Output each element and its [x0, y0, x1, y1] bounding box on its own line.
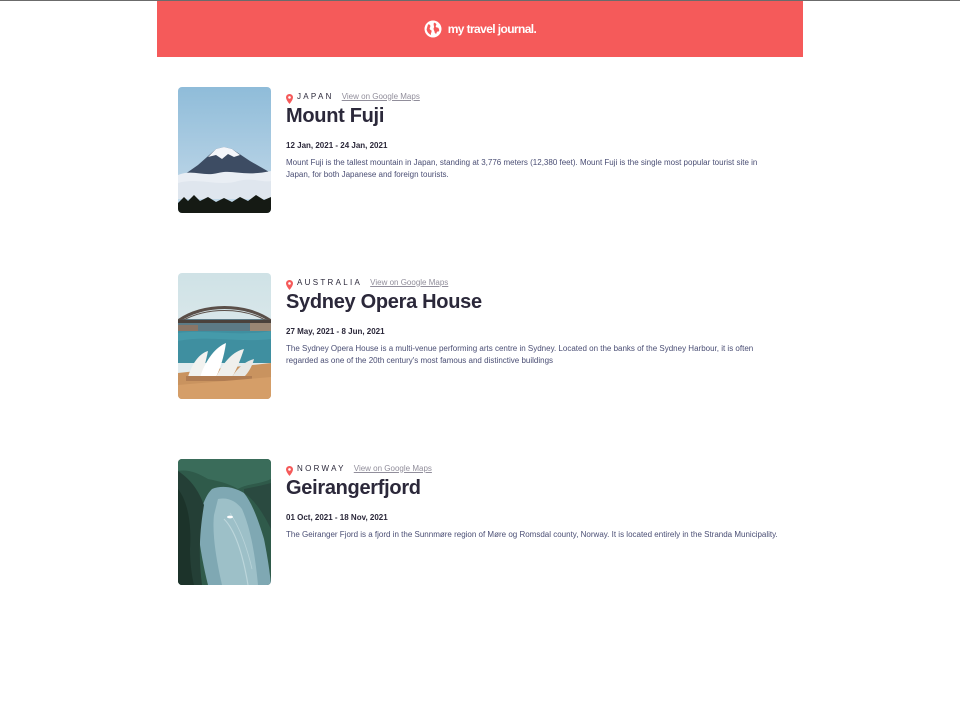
- entry-description: Mount Fuji is the tallest mountain in Ja…: [286, 158, 758, 179]
- travel-journal-page: my travel journal. JAPAN View on Google …: [0, 0, 960, 720]
- entry-info: JAPAN View on Google Maps Mount Fuji 12 …: [286, 90, 778, 181]
- entry-meta: NORWAY View on Google Maps: [286, 462, 778, 476]
- entry-title: Geirangerfjord: [286, 477, 421, 499]
- entry-meta: AUSTRALIA View on Google Maps: [286, 276, 778, 290]
- location-pin-icon: [286, 463, 293, 476]
- journal-entry: JAPAN View on Google Maps Mount Fuji 12 …: [178, 87, 778, 213]
- entry-country: AUSTRALIA: [297, 277, 363, 287]
- google-maps-link[interactable]: View on Google Maps: [354, 464, 432, 473]
- entry-meta: JAPAN View on Google Maps: [286, 90, 778, 104]
- entry-info: AUSTRALIA View on Google Maps Sydney Ope…: [286, 276, 778, 367]
- google-maps-link[interactable]: View on Google Maps: [342, 92, 420, 101]
- entry-title: Mount Fuji: [286, 105, 385, 127]
- entry-dates: 12 Jan, 2021 - 24 Jan, 2021: [286, 141, 388, 150]
- entry-dates: 01 Oct, 2021 - 18 Nov, 2021: [286, 513, 388, 522]
- entry-title: Sydney Opera House: [286, 291, 482, 313]
- google-maps-link[interactable]: View on Google Maps: [370, 278, 448, 287]
- location-pin-icon: [286, 91, 293, 104]
- app-header: my travel journal.: [157, 1, 803, 57]
- journal-entry: NORWAY View on Google Maps Geirangerfjor…: [178, 459, 778, 585]
- entry-description: The Sydney Opera House is a multi-venue …: [286, 344, 754, 365]
- geirangerfjord-photo: [178, 459, 271, 585]
- globe-icon: [424, 20, 442, 38]
- entry-country: NORWAY: [297, 463, 346, 473]
- brand-title: my travel journal.: [447, 22, 537, 36]
- journal-entry: AUSTRALIA View on Google Maps Sydney Ope…: [178, 273, 778, 399]
- sydney-opera-house-photo: [178, 273, 271, 399]
- location-pin-icon: [286, 277, 293, 290]
- entry-country: JAPAN: [297, 91, 334, 101]
- entry-dates: 27 May, 2021 - 8 Jun, 2021: [286, 327, 385, 336]
- entry-info: NORWAY View on Google Maps Geirangerfjor…: [286, 462, 778, 541]
- entry-description: The Geiranger Fjord is a fjord in the Su…: [286, 530, 778, 539]
- mount-fuji-photo: [178, 87, 271, 213]
